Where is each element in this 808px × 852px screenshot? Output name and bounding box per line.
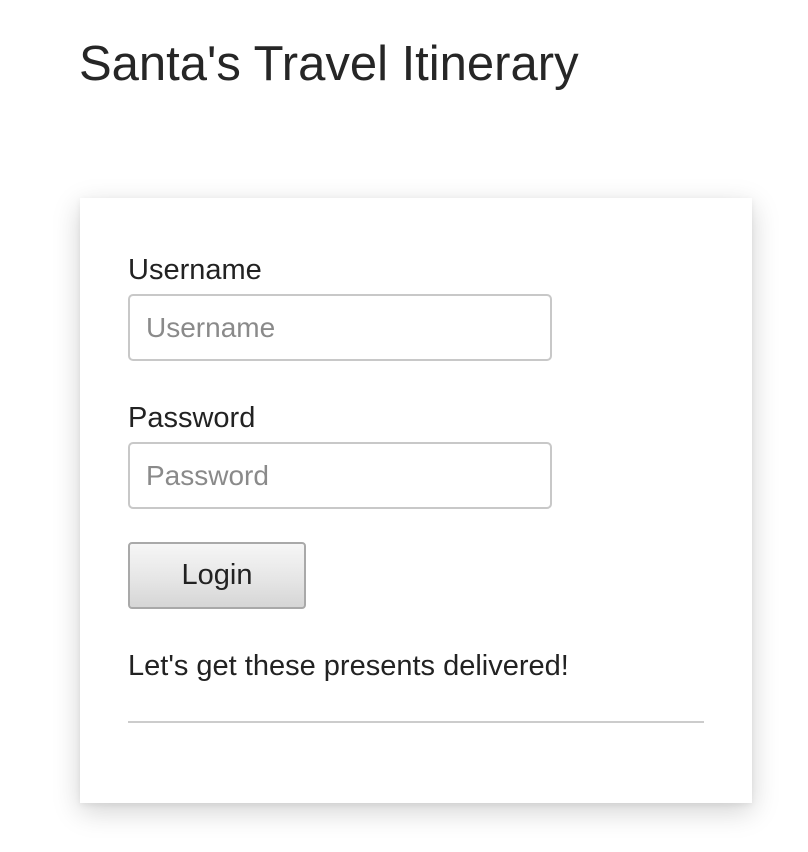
password-label: Password xyxy=(128,402,256,434)
login-button[interactable]: Login xyxy=(128,542,306,609)
username-label: Username xyxy=(128,254,262,286)
login-card: Username Password Login Let's get these … xyxy=(80,198,752,803)
page-title: Santa's Travel Itinerary xyxy=(79,37,579,91)
password-input[interactable] xyxy=(128,442,552,509)
tagline-text: Let's get these presents delivered! xyxy=(128,650,569,682)
username-input[interactable] xyxy=(128,294,552,361)
divider xyxy=(128,721,704,723)
